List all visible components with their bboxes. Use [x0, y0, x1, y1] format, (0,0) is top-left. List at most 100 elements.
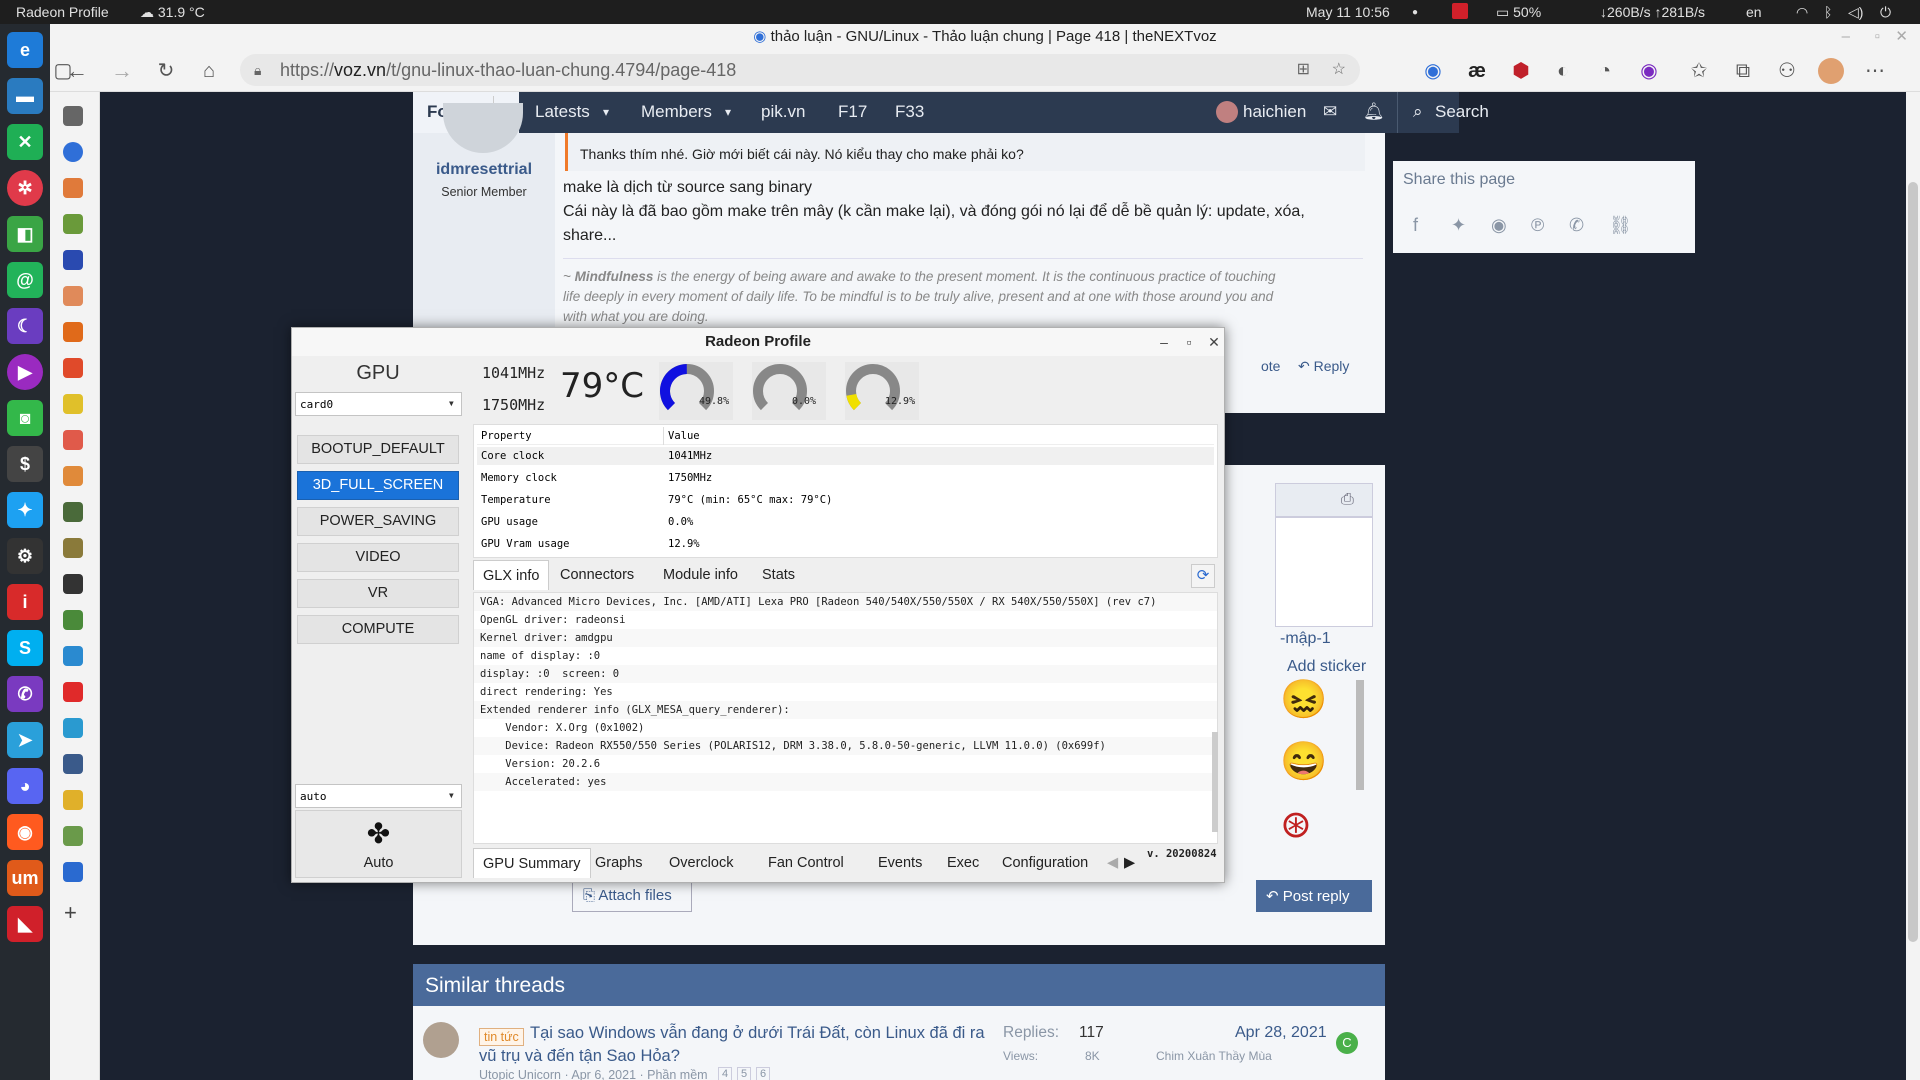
fan-auto-button[interactable]: ✤ Auto: [295, 810, 462, 878]
power-icon[interactable]: ⏻: [1880, 4, 1891, 21]
crossover-icon[interactable]: ✕: [7, 124, 43, 160]
sidebar-app-icon[interactable]: [63, 646, 83, 666]
extensions-icon[interactable]: ⚇: [1774, 58, 1800, 84]
sidebar-app-icon[interactable]: [63, 214, 83, 234]
battery-indicator[interactable]: ▭ 50%: [1496, 4, 1541, 21]
bluetooth-icon[interactable]: ᛒ: [1824, 4, 1832, 20]
amd-app-icon[interactable]: ◣: [7, 906, 43, 942]
tampermonkey-icon[interactable]: ◔: [1592, 58, 1618, 84]
preview-icon[interactable]: ⎙: [1341, 491, 1354, 509]
thread-tag[interactable]: tin tức: [479, 1028, 524, 1046]
language-indicator[interactable]: en: [1746, 4, 1762, 20]
volume-icon[interactable]: ◁): [1848, 4, 1863, 21]
sidebar-app-icon[interactable]: [63, 358, 83, 378]
tab-module-info[interactable]: Module info: [663, 560, 738, 590]
wave-app-icon[interactable]: ☾: [7, 308, 43, 344]
remote-app-icon[interactable]: i: [7, 584, 43, 620]
sidebar-app-icon[interactable]: [63, 250, 83, 270]
sidebar-app-icon[interactable]: [63, 538, 83, 558]
tab-stats[interactable]: Stats: [762, 560, 795, 590]
viber-icon[interactable]: ✆: [7, 676, 43, 712]
bell-icon[interactable]: 🔔︎: [1363, 102, 1385, 122]
sidebar-app-icon[interactable]: [63, 322, 83, 342]
table-row[interactable]: GPU Vram usage 12.9%: [477, 535, 1214, 553]
thread-page-link[interactable]: 4: [718, 1067, 733, 1080]
sidebar-app-icon[interactable]: [63, 394, 83, 414]
sidebar-app-icon[interactable]: [63, 466, 83, 486]
settings-more-icon[interactable]: ⋯: [1862, 58, 1888, 84]
close-icon[interactable]: ✕: [1895, 24, 1908, 50]
nav-members[interactable]: Members: [641, 102, 712, 122]
files-icon[interactable]: ▬: [7, 78, 43, 114]
table-row[interactable]: Temperature 79°C (min: 65°C max: 79°C): [477, 491, 1214, 509]
sticker-emoji[interactable]: ⊛: [1280, 802, 1338, 846]
favorites-icon[interactable]: ✩: [1686, 58, 1712, 84]
user-avatar[interactable]: [1216, 101, 1238, 123]
tab-gpu-summary[interactable]: GPU Summary: [473, 848, 591, 878]
sidebar-app-icon[interactable]: [63, 826, 83, 846]
minimize-icon[interactable]: –: [1842, 24, 1850, 50]
glx-scrollbar[interactable]: [1212, 732, 1218, 832]
profile-avatar[interactable]: [1818, 58, 1844, 84]
thread-last-user[interactable]: Chim Xuân Thầy Mùa: [1156, 1049, 1272, 1063]
purple-extension-icon[interactable]: ◉: [1636, 58, 1662, 84]
tab-configuration[interactable]: Configuration: [1002, 848, 1088, 878]
refresh-icon[interactable]: ⟳: [1191, 564, 1215, 588]
tab-glx-info[interactable]: GLX info: [473, 560, 550, 590]
link-icon[interactable]: ⛓: [1609, 215, 1632, 236]
editor-tools[interactable]: ⎙: [1275, 483, 1373, 517]
gamepad-icon[interactable]: ◙: [7, 400, 43, 436]
terminal-money-icon[interactable]: $: [7, 446, 43, 482]
author-avatar[interactable]: [443, 103, 523, 153]
add-icon[interactable]: +: [64, 900, 77, 926]
collections-icon[interactable]: ⧉: [1730, 58, 1756, 84]
tab-connectors[interactable]: Connectors: [560, 560, 634, 590]
ae-extension-icon[interactable]: æ: [1464, 58, 1490, 84]
weather-indicator[interactable]: ☁ 31.9 °C: [140, 4, 205, 21]
radeon-minimize-icon[interactable]: –: [1154, 332, 1174, 352]
nav-f33[interactable]: F33: [895, 102, 924, 122]
maximize-icon[interactable]: ▫: [1875, 24, 1880, 50]
address-bar[interactable]: 🔒︎ https://voz.vn/t/gnu-linux-thao-luan-…: [240, 54, 1360, 86]
email-app-icon[interactable]: @: [7, 262, 43, 298]
sidebar-app-icon[interactable]: [63, 790, 83, 810]
nav-f17[interactable]: F17: [838, 102, 867, 122]
sidebar-app-icon[interactable]: [63, 502, 83, 522]
page-scrollbar[interactable]: [1906, 92, 1920, 1080]
youtube-icon[interactable]: [63, 682, 83, 702]
post-reply-button[interactable]: ↶ Post reply: [1256, 880, 1372, 912]
reddit-icon[interactable]: ◉: [7, 814, 43, 850]
profile-button-vr[interactable]: VR: [297, 579, 459, 608]
media-player-icon[interactable]: ▶: [7, 354, 43, 390]
wifi-icon[interactable]: ◠: [1796, 4, 1808, 21]
telegram-icon[interactable]: ➤: [7, 722, 43, 758]
tabs-scroll-right-icon[interactable]: ▶: [1124, 848, 1135, 878]
reload-icon[interactable]: ↻: [153, 58, 179, 84]
table-row[interactable]: Memory clock 1750MHz: [477, 469, 1214, 487]
radeon-close-icon[interactable]: ✕: [1204, 332, 1224, 352]
search-link[interactable]: Search: [1435, 102, 1489, 122]
um-app-icon[interactable]: um: [7, 860, 43, 896]
thread-title[interactable]: Tại sao Windows vẫn đang ở dưới Trái Đất…: [530, 1024, 985, 1043]
tab-exec[interactable]: Exec: [947, 848, 979, 878]
profile-button-compute[interactable]: COMPUTE: [297, 615, 459, 644]
sidebar-app-icon[interactable]: [63, 430, 83, 450]
sticker-emoji[interactable]: 😖: [1280, 678, 1338, 722]
sidebar-app-icon[interactable]: [63, 286, 83, 306]
last-user-avatar[interactable]: C: [1336, 1032, 1358, 1054]
sticker-scrollbar[interactable]: [1356, 680, 1364, 790]
pinterest-icon[interactable]: ℗: [1531, 215, 1544, 236]
add-sticker-link[interactable]: Add sticker: [1287, 658, 1366, 676]
facebook-icon[interactable]: f: [1413, 215, 1418, 236]
tab-fan-control[interactable]: Fan Control: [768, 848, 844, 878]
forward-icon[interactable]: →: [109, 58, 135, 84]
thread-page-link[interactable]: 5: [737, 1067, 752, 1080]
green-app-icon[interactable]: ◧: [7, 216, 43, 252]
edge-browser-icon[interactable]: e: [7, 32, 43, 68]
tabs-scroll-left-icon[interactable]: ◀: [1107, 848, 1118, 878]
twitter-share-icon[interactable]: ✦: [1451, 215, 1466, 236]
quote-link[interactable]: ote: [1261, 358, 1280, 374]
back-icon[interactable]: ←: [64, 58, 90, 84]
extension-icon[interactable]: ◐: [1550, 58, 1576, 84]
table-row[interactable]: GPU usage 0.0%: [477, 513, 1214, 531]
